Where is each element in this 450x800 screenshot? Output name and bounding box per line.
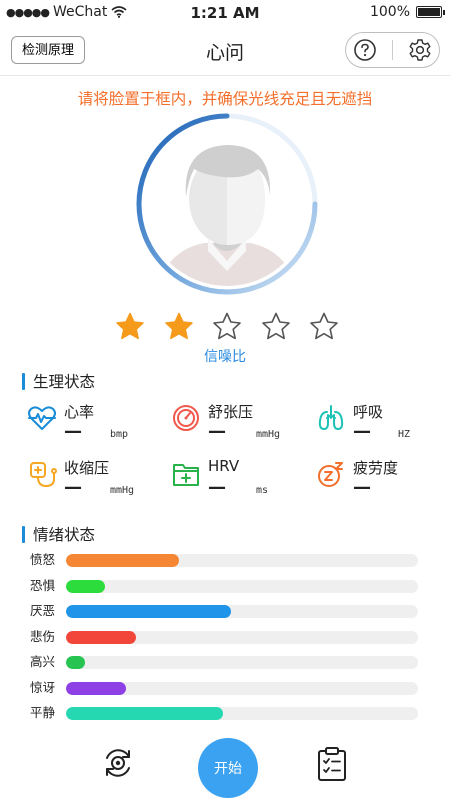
emotion-section-title: 情绪状态	[33, 526, 96, 544]
star-empty-icon	[213, 312, 241, 340]
metric-label: 舒张压	[208, 403, 254, 421]
mini-program-capsule	[345, 32, 440, 68]
emotion-row: 愤怒	[30, 550, 420, 570]
metric-4: 收缩压 — mmHg	[27, 457, 167, 507]
metric-value: —	[64, 477, 82, 498]
camera-switch-icon[interactable]	[101, 746, 135, 780]
battery-icon	[416, 6, 445, 18]
star-filled-icon	[164, 312, 193, 340]
metric-3: 呼吸 — HZ	[316, 401, 450, 451]
metric-1: 心率 — bmp	[27, 401, 167, 451]
emotion-row: 惊讶	[30, 678, 420, 698]
metric-value: —	[353, 477, 371, 498]
start-button[interactable]: 开始	[198, 738, 258, 798]
star-filled-icon	[116, 312, 144, 340]
emotion-label: 厌恶	[30, 603, 56, 618]
heart-pulse-icon	[28, 406, 56, 430]
metric-value: —	[64, 421, 82, 442]
emotion-label: 恐惧	[30, 577, 56, 593]
metric-unit: ms	[256, 485, 269, 496]
emotion-row: 悲伤	[30, 627, 420, 647]
star-empty-icon	[310, 312, 338, 340]
emotion-bar-track	[66, 605, 418, 618]
metric-label: 心率	[64, 403, 95, 421]
lungs-icon	[318, 405, 344, 430]
emotion-section-header: 情绪状态	[22, 523, 95, 545]
metric-value: —	[208, 477, 226, 498]
physio-section-title: 生理状态	[33, 373, 96, 391]
section-accent-bar	[22, 372, 25, 390]
emotion-bar-track	[66, 707, 418, 720]
metric-unit: mmHg	[110, 485, 135, 496]
emotion-bar-track	[66, 630, 418, 644]
metric-label: HRV	[208, 457, 240, 475]
emotion-row: 高兴	[30, 652, 420, 672]
star-empty-icon	[261, 312, 290, 340]
emotion-bar-fill	[66, 681, 126, 695]
metric-label: 疲劳度	[353, 459, 399, 477]
report-clipboard-icon[interactable]	[315, 746, 349, 782]
face-position-hint: 请将脸置于框内，并确保光线充足且无遮挡	[77, 90, 373, 108]
gear-icon[interactable]	[408, 38, 432, 62]
blood-pressure-cuff-icon	[30, 462, 57, 487]
avatar-placeholder-icon	[145, 122, 309, 286]
emotion-row: 恐惧	[30, 576, 420, 596]
emotion-row: 厌恶	[30, 601, 420, 621]
emotion-bar-fill	[66, 656, 86, 669]
snr-star-rating	[114, 311, 340, 343]
emotion-bar-track	[66, 681, 418, 695]
status-bar: ●●●●● WeChat 1:21 AM 100%	[0, 0, 450, 26]
metric-unit: bmp	[110, 429, 129, 440]
metric-unit: mmHg	[256, 429, 281, 440]
emotion-label: 愤怒	[30, 552, 56, 567]
section-accent-bar	[22, 525, 25, 543]
emotion-label: 平静	[30, 705, 56, 720]
face-frame-svg	[136, 113, 318, 295]
emotion-label: 悲伤	[30, 628, 56, 644]
emotion-bar-fill	[66, 605, 232, 618]
emotion-bar-fill	[66, 554, 179, 567]
nav-bar: 检测原理 心问	[0, 26, 450, 76]
emotion-label: 惊讶	[30, 679, 56, 695]
snr-label: 信噪比	[204, 349, 246, 365]
emotion-bar-fill	[66, 630, 137, 644]
metric-value: —	[353, 421, 371, 442]
metric-6: 疲劳度 —	[316, 457, 450, 507]
emotion-bar-fill	[66, 707, 223, 720]
status-right: 100%	[369, 4, 445, 20]
metric-2: 舒张压 — mmHg	[171, 401, 311, 451]
folder-plus-icon	[173, 464, 199, 486]
emotion-row: 平静	[30, 703, 420, 723]
metric-value: —	[208, 421, 226, 442]
physio-section-header: 生理状态	[22, 370, 95, 392]
metric-label: 收缩压	[64, 459, 110, 477]
help-icon[interactable]	[353, 38, 377, 62]
metric-unit: HZ	[398, 429, 411, 440]
emotion-label: 高兴	[30, 654, 56, 669]
face-capture-frame	[134, 111, 320, 297]
sleep-zz-icon	[318, 462, 343, 487]
metric-5: HRV — ms	[171, 457, 311, 507]
gauge-icon	[173, 405, 199, 431]
metric-label: 呼吸	[353, 403, 384, 421]
emotion-bar-fill	[66, 579, 105, 593]
capsule-divider	[391, 40, 393, 60]
battery-percent: 100%	[369, 4, 410, 20]
emotion-bar-track	[66, 554, 418, 567]
emotion-bar-track	[66, 656, 418, 669]
emotion-bar-track	[66, 579, 418, 593]
